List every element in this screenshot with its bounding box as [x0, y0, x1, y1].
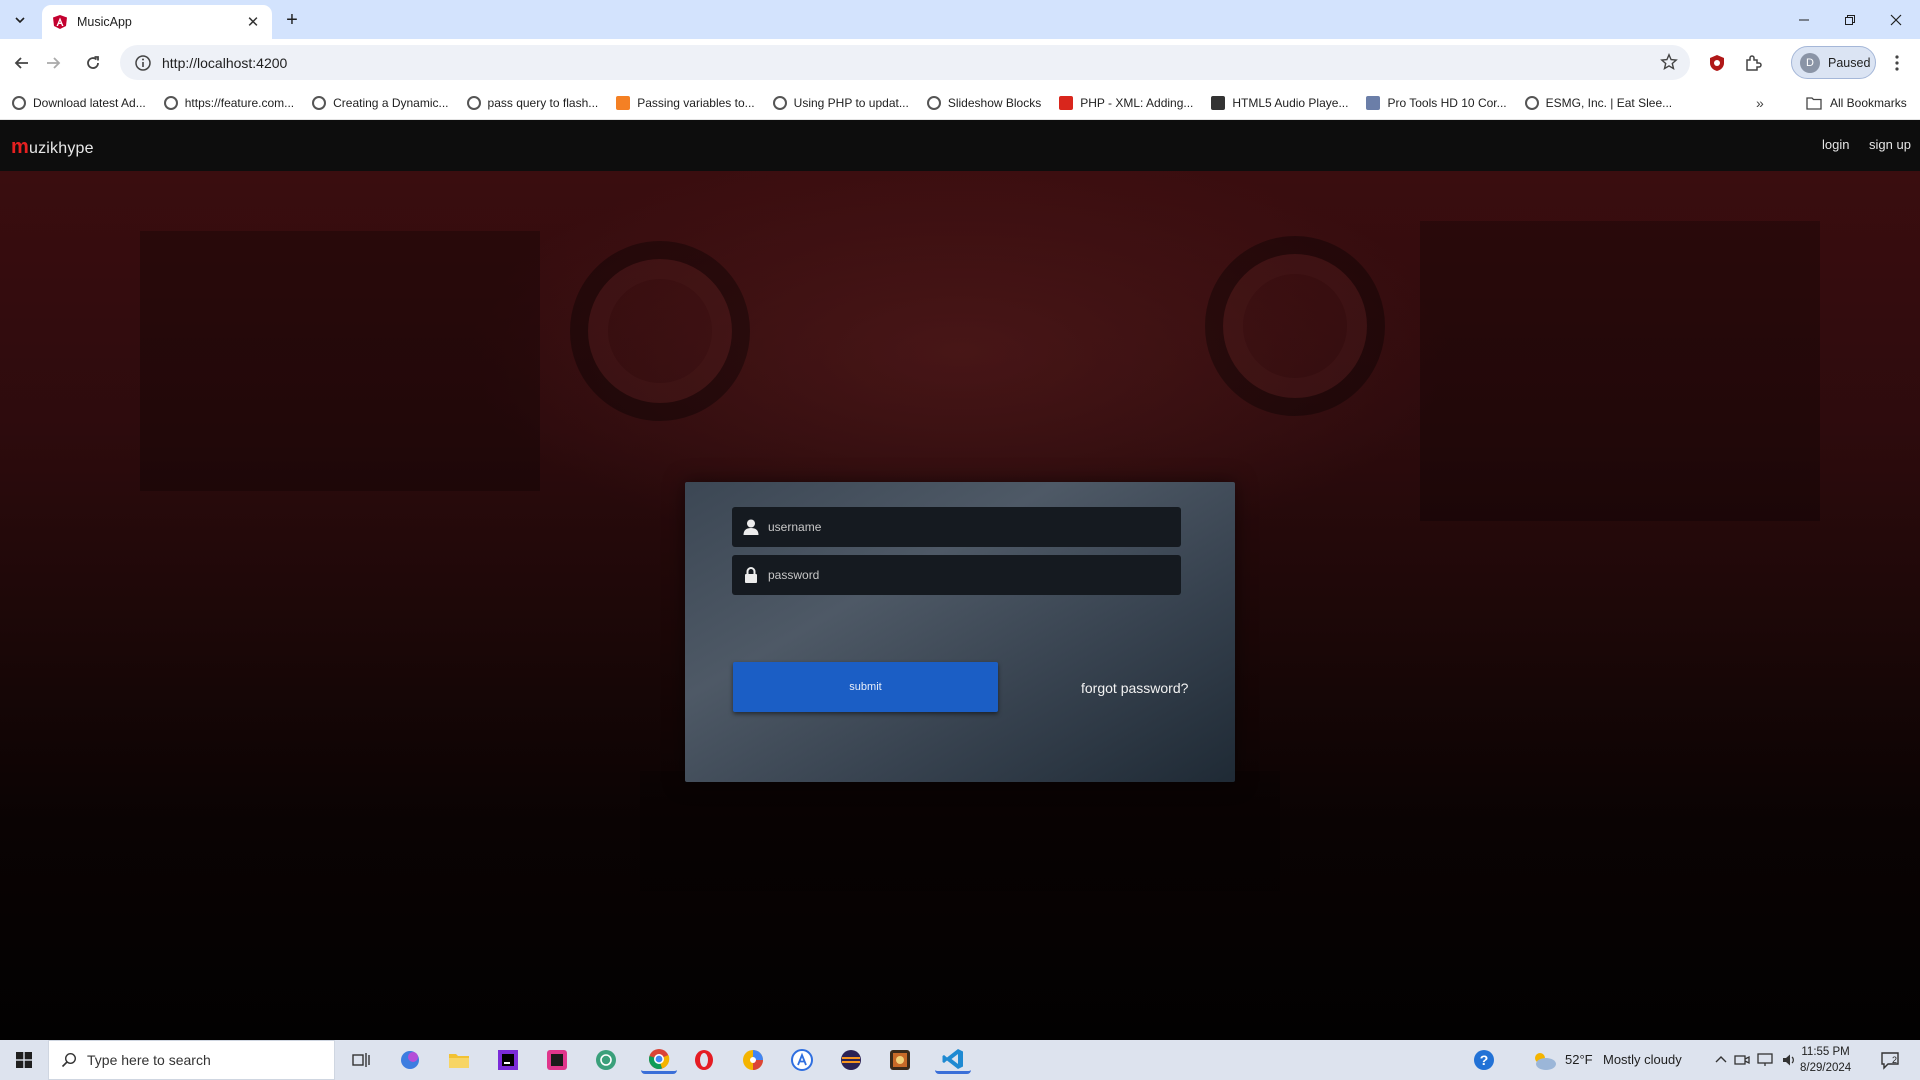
- chrome-icon[interactable]: [641, 1046, 677, 1074]
- globe-icon: [772, 95, 787, 110]
- notification-count: 2: [1892, 1055, 1897, 1065]
- all-bookmarks-button[interactable]: All Bookmarks: [1806, 86, 1907, 120]
- studio-speaker-right: [1205, 236, 1385, 416]
- login-link[interactable]: login: [1822, 137, 1849, 152]
- browser-tab-musicapp[interactable]: MusicApp ✕: [42, 5, 272, 39]
- bookmark-item[interactable]: HTML5 Audio Playe...: [1211, 95, 1348, 110]
- browser-toolbar: http://localhost:4200 D Paused: [0, 39, 1920, 86]
- bookmark-item[interactable]: Download latest Ad...: [12, 95, 146, 110]
- tab-search-chevron-icon[interactable]: [8, 8, 32, 32]
- avatar: D: [1800, 52, 1820, 73]
- extensions-puzzle-icon[interactable]: [1740, 50, 1766, 76]
- system-clock[interactable]: 11:55 PM 8/29/2024: [1800, 1044, 1851, 1076]
- photos-app-icon[interactable]: [739, 1046, 767, 1074]
- clock-time: 11:55 PM: [1801, 1046, 1850, 1058]
- eclipse-icon[interactable]: [837, 1046, 865, 1074]
- bookmark-item[interactable]: ESMG, Inc. | Eat Slee...: [1524, 95, 1672, 110]
- new-tab-button[interactable]: +: [280, 8, 304, 32]
- taskbar-search-box[interactable]: Type here to search: [48, 1040, 335, 1080]
- lock-icon: [742, 566, 760, 584]
- copilot-icon[interactable]: [396, 1046, 424, 1074]
- search-placeholder: Type here to search: [87, 1052, 211, 1068]
- angular-favicon-icon: [53, 15, 67, 29]
- globe-icon: [1524, 95, 1539, 110]
- bookmark-item[interactable]: Creating a Dynamic...: [312, 95, 449, 110]
- bookmark-item[interactable]: Passing variables to...: [616, 95, 755, 110]
- search-icon: [61, 1052, 77, 1068]
- login-card: submit forgot password?: [685, 482, 1235, 782]
- task-view-icon[interactable]: [347, 1046, 375, 1074]
- vscode-icon[interactable]: [935, 1046, 971, 1074]
- svg-text:?: ?: [1480, 1052, 1489, 1068]
- globe-icon: [466, 95, 481, 110]
- chatgpt-icon[interactable]: [592, 1046, 620, 1074]
- tab-title: MusicApp: [77, 15, 132, 29]
- site-icon: [1211, 95, 1226, 110]
- bookmark-star-icon[interactable]: [1660, 53, 1678, 74]
- restore-icon[interactable]: [1827, 0, 1873, 39]
- folder-icon: [1806, 97, 1822, 110]
- brand-logo[interactable]: muzikhype: [11, 136, 94, 159]
- globe-icon: [312, 95, 327, 110]
- profile-status: Paused: [1828, 55, 1871, 70]
- intellij-icon[interactable]: [494, 1046, 522, 1074]
- globe-icon: [926, 95, 941, 110]
- weather-description[interactable]: Mostly cloudy: [1603, 1052, 1682, 1067]
- tab-close-icon[interactable]: ✕: [244, 13, 262, 31]
- user-icon: [742, 518, 760, 536]
- help-icon[interactable]: ?: [1470, 1046, 1498, 1074]
- signup-link[interactable]: sign up: [1869, 137, 1911, 152]
- notification-center-icon[interactable]: 2: [1876, 1046, 1904, 1074]
- game-app-icon[interactable]: [886, 1046, 914, 1074]
- username-input[interactable]: [768, 520, 1168, 534]
- back-arrow-icon[interactable]: [9, 50, 35, 76]
- extension-shield-icon[interactable]: [1704, 50, 1730, 76]
- globe-icon: [163, 95, 178, 110]
- site-info-icon[interactable]: [134, 54, 152, 72]
- weather-temperature[interactable]: 52°F: [1565, 1052, 1593, 1067]
- profile-button[interactable]: D Paused: [1791, 46, 1876, 79]
- phpstorm-icon[interactable]: [543, 1046, 571, 1074]
- windows-start-icon[interactable]: [0, 1040, 48, 1080]
- close-window-icon[interactable]: [1873, 0, 1919, 39]
- browser-tabstrip: MusicApp ✕ +: [0, 0, 1920, 39]
- stackoverflow-icon: [616, 95, 631, 110]
- page-viewport: muzikhype login sign up submit fo: [0, 120, 1920, 1040]
- bookmark-item[interactable]: Using PHP to updat...: [772, 95, 909, 110]
- bookmark-item[interactable]: Pro Tools HD 10 Cor...: [1366, 95, 1507, 110]
- document-icon: [1366, 95, 1381, 110]
- password-input[interactable]: [768, 568, 1168, 582]
- file-explorer-icon[interactable]: [445, 1046, 473, 1074]
- submit-button[interactable]: submit: [733, 662, 998, 712]
- bookmarks-bar: Download latest Ad... https://feature.co…: [0, 86, 1920, 120]
- windows-taskbar: Type here to search ? 52°F Mostly cloudy…: [0, 1040, 1920, 1080]
- bookmark-item[interactable]: pass query to flash...: [466, 95, 598, 110]
- studio-panel-left: [140, 231, 540, 491]
- opera-icon[interactable]: [690, 1046, 718, 1074]
- hero-background: submit forgot password?: [0, 171, 1920, 1040]
- bookmark-item[interactable]: PHP - XML: Adding...: [1059, 95, 1193, 110]
- studio-console: [640, 771, 1280, 891]
- forward-arrow-icon[interactable]: [40, 50, 66, 76]
- tutorial-site-icon: [1059, 95, 1074, 110]
- browser-menu-icon[interactable]: [1884, 50, 1910, 76]
- bookmark-item[interactable]: https://feature.com...: [163, 95, 294, 110]
- username-field[interactable]: [732, 507, 1181, 547]
- more-bookmarks-chevron-icon[interactable]: »: [1756, 95, 1764, 111]
- forgot-password-link[interactable]: forgot password?: [1081, 680, 1188, 696]
- minimize-icon[interactable]: [1781, 0, 1827, 39]
- studio-panel-right: [1420, 221, 1820, 521]
- password-field[interactable]: [732, 555, 1181, 595]
- app-store-icon[interactable]: [788, 1046, 816, 1074]
- url-text[interactable]: http://localhost:4200: [162, 55, 287, 71]
- reload-icon[interactable]: [80, 50, 106, 76]
- studio-speaker-left: [570, 241, 750, 421]
- globe-icon: [12, 95, 26, 110]
- app-navbar: muzikhype login sign up: [0, 120, 1920, 171]
- address-bar[interactable]: http://localhost:4200: [120, 45, 1690, 80]
- clock-date: 8/29/2024: [1800, 1062, 1852, 1074]
- bookmark-item[interactable]: Slideshow Blocks: [926, 95, 1041, 110]
- weather-cloudy-icon: [1530, 1046, 1558, 1074]
